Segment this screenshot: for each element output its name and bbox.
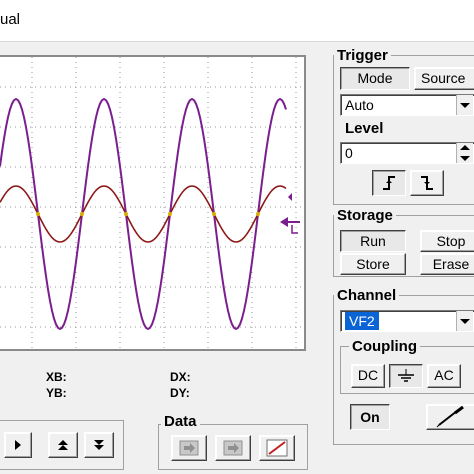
plot-icon (266, 439, 288, 457)
readout-yb-label: YB: (46, 386, 67, 400)
channel-a-waveform (0, 97, 287, 331)
zero-crossing-marker (124, 212, 128, 216)
trigger-title: Trigger (334, 47, 391, 64)
window-title: ual (0, 11, 21, 28)
coupling-ground-button[interactable] (389, 364, 423, 388)
dropdown-arrow-icon[interactable] (456, 95, 473, 115)
waveform-plot (0, 57, 304, 349)
channel-b-waveform (0, 185, 287, 243)
falling-edge-button[interactable] (410, 170, 444, 196)
sample-markers (36, 212, 260, 216)
double-down-icon (94, 440, 104, 450)
zero-crossing-marker (36, 212, 40, 216)
trigger-mode-select[interactable]: Auto (340, 94, 474, 116)
import-icon (179, 440, 199, 456)
channel-selected-value: VF2 (345, 312, 379, 330)
export-icon (223, 440, 243, 456)
zero-crossing-marker (212, 212, 216, 216)
zero-crossing-marker (80, 212, 84, 216)
storage-stop-button[interactable]: Stop (420, 230, 474, 252)
coupling-group: Coupling DC AC (340, 338, 474, 394)
readout-dx-label: DX: (170, 370, 191, 384)
zero-crossing-marker (168, 212, 172, 216)
falling-edge-icon (421, 176, 433, 190)
storage-title: Storage (334, 207, 396, 224)
trigger-level-label: Level (345, 120, 384, 137)
coupling-ac-button[interactable]: AC (427, 364, 461, 388)
channel-offset-marker[interactable] (288, 193, 292, 201)
data-export-button[interactable] (215, 435, 251, 461)
coupling-title: Coupling (349, 338, 420, 355)
coupling-dc-button[interactable]: DC (351, 364, 385, 388)
storage-group: Storage Run Stop Store Erase (333, 207, 474, 277)
move-up-button[interactable] (48, 432, 78, 458)
storage-store-button[interactable]: Store (340, 253, 406, 275)
spin-down-icon[interactable] (460, 156, 470, 161)
ground-icon (398, 369, 414, 382)
probe-icon (436, 405, 464, 428)
storage-run-button[interactable]: Run (340, 230, 406, 252)
probe-button[interactable] (426, 404, 474, 430)
trigger-mode-value: Auto (345, 97, 374, 113)
scope-screen[interactable]: XB: YB: DX: DY: (0, 55, 306, 351)
rising-edge-icon (383, 176, 395, 190)
data-plot-button[interactable] (259, 435, 295, 461)
data-import-button[interactable] (171, 435, 207, 461)
readout-dy-label: DY: (170, 386, 190, 400)
level-spinner[interactable] (456, 143, 473, 163)
spin-up-icon[interactable] (460, 145, 470, 150)
data-group-title: Data (161, 413, 200, 430)
data-group: Data (158, 413, 308, 470)
move-down-button[interactable] (84, 432, 114, 458)
channel-group: Channel VF2 Coupling DC AC On (333, 287, 474, 445)
trigger-mode-tab[interactable]: Mode (340, 67, 410, 90)
dropdown-arrow-icon[interactable] (456, 311, 473, 331)
title-bar: ual (0, 0, 474, 42)
channel-title: Channel (334, 287, 400, 304)
readout-xb-label: XB: (46, 370, 67, 384)
channel-select[interactable]: VF2 (340, 310, 474, 332)
play-right-icon (15, 440, 21, 450)
trigger-group: Trigger Mode Source Auto Level 0 (333, 47, 474, 205)
navigation-group (0, 420, 124, 470)
trigger-level-input[interactable]: 0 (340, 142, 474, 164)
channel-on-button[interactable]: On (350, 404, 390, 430)
next-button[interactable] (4, 432, 32, 458)
zero-crossing-marker (256, 212, 260, 216)
trigger-level-value: 0 (345, 145, 353, 161)
trigger-source-tab[interactable]: Source (414, 67, 474, 90)
double-up-icon (58, 440, 68, 450)
rising-edge-button[interactable] (372, 170, 406, 196)
storage-erase-button[interactable]: Erase (420, 253, 474, 275)
